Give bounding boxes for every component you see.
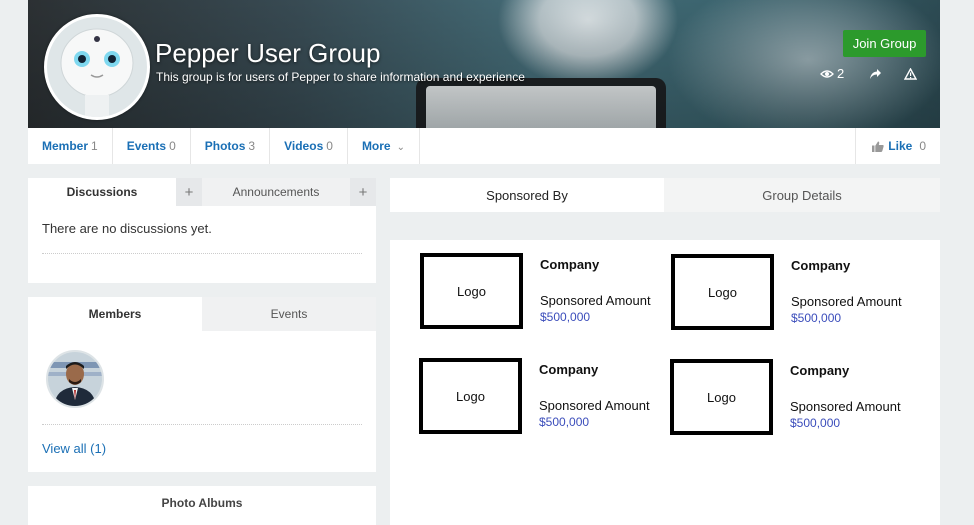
nav-events[interactable]: Events 0	[113, 128, 191, 164]
sponsor-logo-text: Logo	[707, 389, 736, 405]
sponsor-amount-label: Sponsored Amount	[790, 399, 901, 414]
like-label: Like	[888, 139, 913, 153]
photo-albums-panel: Photo Albums	[28, 486, 376, 525]
join-group-button[interactable]: Join Group	[843, 30, 926, 57]
nav-more-label: More	[361, 139, 391, 153]
group-avatar[interactable]	[44, 14, 150, 120]
view-all-members-link[interactable]: View all (1)	[42, 441, 106, 456]
discussions-tabs: Discussions + Announcements +	[28, 178, 376, 206]
nav-events-count: 0	[169, 139, 176, 153]
sponsor-logo: Logo	[420, 253, 523, 329]
nav-member-count: 1	[91, 139, 98, 153]
sponsor-logo-text: Logo	[457, 283, 486, 299]
photo-albums-title: Photo Albums	[161, 496, 243, 510]
sponsor-logo-text: Logo	[456, 388, 485, 404]
nav-events-label: Events	[126, 139, 167, 153]
chevron-down-icon: ⌄	[396, 142, 405, 153]
sponsor-card[interactable]: Logo Company Sponsored Amount $500,000	[670, 359, 920, 439]
sponsor-card[interactable]: Logo Company Sponsored Amount $500,000	[420, 253, 670, 333]
sponsor-company: Company	[791, 258, 851, 273]
sponsor-logo: Logo	[671, 254, 774, 330]
sponsor-logo-text: Logo	[708, 284, 737, 300]
tab-group-details[interactable]: Group Details	[664, 178, 940, 212]
add-announcement-button[interactable]: +	[350, 178, 376, 206]
member-avatar[interactable]	[46, 350, 104, 408]
sponsors-panel: Logo Company Sponsored Amount $500,000 L…	[390, 240, 940, 525]
share-icon	[870, 69, 881, 79]
group-description: This group is for users of Pepper to sha…	[156, 70, 525, 84]
group-nav: Member 1 Events 0 Photos 3 Videos 0 More ⌄ Li…	[28, 128, 940, 164]
sponsor-amount-label: Sponsored Amount	[539, 398, 650, 413]
warning-icon	[903, 67, 918, 80]
tab-events[interactable]: Events	[202, 297, 376, 331]
tab-announcements[interactable]: Announcements	[202, 178, 350, 206]
nav-videos[interactable]: Videos 0	[270, 128, 348, 164]
nav-member-label: Member	[42, 139, 89, 153]
sponsor-amount-label: Sponsored Amount	[540, 293, 651, 308]
eye-icon	[820, 69, 834, 78]
like-button[interactable]: Like 0	[856, 128, 940, 164]
sponsor-amount: $500,000	[539, 415, 590, 429]
like-count: 0	[919, 139, 926, 153]
divider	[42, 253, 362, 254]
plus-icon: +	[358, 183, 368, 201]
sponsor-logo: Logo	[670, 359, 773, 435]
sponsor-amount: $500,000	[540, 310, 591, 324]
views-count: 2	[837, 66, 845, 81]
sponsor-card[interactable]: Logo Company Sponsored Amount $500,000	[671, 254, 921, 334]
sponsor-company: Company	[540, 257, 600, 272]
nav-member[interactable]: Member 1	[28, 128, 113, 164]
nav-photos-count: 3	[248, 139, 256, 153]
sponsor-amount-label: Sponsored Amount	[791, 294, 902, 309]
report-button[interactable]	[903, 67, 918, 85]
views-counter: 2	[820, 66, 844, 81]
members-tabs: Members Events	[28, 297, 376, 331]
group-title: Pepper User Group	[155, 38, 381, 68]
tab-members[interactable]: Members	[28, 297, 202, 331]
nav-videos-count: 0	[326, 139, 333, 153]
nav-videos-label: Videos	[284, 139, 324, 153]
sponsor-card[interactable]: Logo Company Sponsored Amount $500,000	[419, 358, 669, 438]
sponsor-company: Company	[790, 363, 850, 378]
nav-photos-label: Photos	[204, 139, 246, 153]
sponsor-amount: $500,000	[791, 311, 842, 325]
divider	[42, 424, 362, 425]
tab-sponsored-by[interactable]: Sponsored By	[390, 178, 664, 212]
members-panel: Members Events View all (1)	[28, 297, 376, 472]
nav-photos[interactable]: Photos 3	[191, 128, 271, 164]
sponsor-logo: Logo	[419, 358, 522, 434]
discussions-empty-message: There are no discussions yet.	[42, 221, 212, 236]
right-tabs: Sponsored By Group Details	[390, 178, 940, 212]
add-discussion-button[interactable]: +	[176, 178, 202, 206]
discussions-panel: Discussions + Announcements + There are …	[28, 178, 376, 283]
thumbs-up-icon	[872, 141, 885, 152]
nav-more-dropdown[interactable]: More ⌄	[348, 128, 420, 164]
share-button[interactable]	[869, 67, 882, 85]
plus-icon: +	[184, 183, 194, 201]
person-avatar-icon	[48, 352, 102, 406]
sponsor-company: Company	[539, 362, 599, 377]
tab-discussions[interactable]: Discussions	[28, 178, 176, 206]
sponsor-amount: $500,000	[790, 416, 841, 430]
robot-avatar-icon	[47, 17, 147, 117]
